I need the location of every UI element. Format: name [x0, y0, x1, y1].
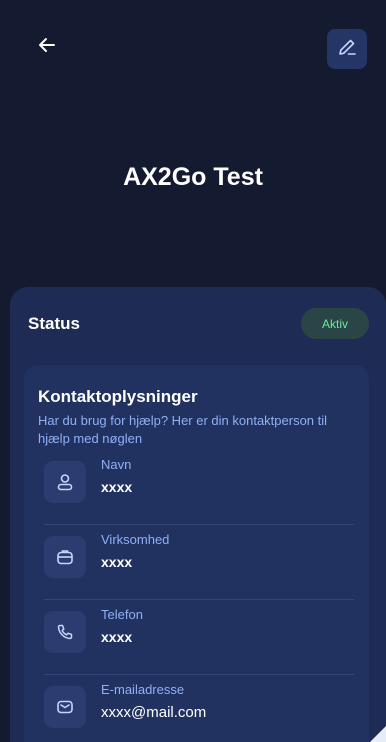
contact-card: Kontaktoplysninger Har du brug for hjælp… — [24, 365, 369, 742]
back-button[interactable] — [30, 30, 64, 64]
info-label: E-mailadresse — [101, 682, 185, 697]
phone-icon — [44, 611, 86, 653]
status-row: Status Aktiv — [10, 287, 386, 359]
info-value: xxxx — [101, 554, 133, 570]
info-row-email[interactable]: E-mailadresse xxxx@mail.com — [44, 674, 354, 742]
status-label: Status — [28, 314, 80, 333]
user-icon — [44, 461, 86, 503]
pencil-icon — [336, 36, 358, 63]
page-title: AX2Go Test — [123, 163, 263, 191]
header: AX2Go Test — [0, 0, 386, 300]
info-row-phone[interactable]: Telefon xxxx — [44, 599, 354, 675]
info-label: Virksomhed — [101, 532, 170, 547]
contact-card-title: Kontaktoplysninger — [38, 387, 198, 406]
contact-card-subtitle: Har du brug for hjælp? Her er din kontak… — [38, 413, 328, 446]
mail-icon — [44, 686, 86, 728]
info-value: xxxx — [101, 479, 133, 495]
contact-detail-screen: AX2Go Test Status Aktiv Kontaktoplysning… — [0, 0, 386, 742]
corner-decoration — [370, 726, 386, 742]
info-label: Telefon — [101, 607, 143, 622]
info-value[interactable]: xxxx — [101, 629, 132, 645]
info-row-company: Virksomhed xxxx — [44, 524, 354, 600]
detail-sheet: Status Aktiv Kontaktoplysninger Har du b… — [10, 287, 386, 742]
info-row-name: Navn xxxx — [44, 449, 354, 525]
status-badge: Aktiv — [301, 308, 369, 339]
info-label: Navn — [101, 457, 132, 472]
briefcase-icon — [44, 536, 86, 578]
info-value[interactable]: xxxx@mail.com — [101, 704, 206, 721]
arrow-left-icon — [37, 35, 57, 60]
edit-button[interactable] — [327, 29, 367, 69]
